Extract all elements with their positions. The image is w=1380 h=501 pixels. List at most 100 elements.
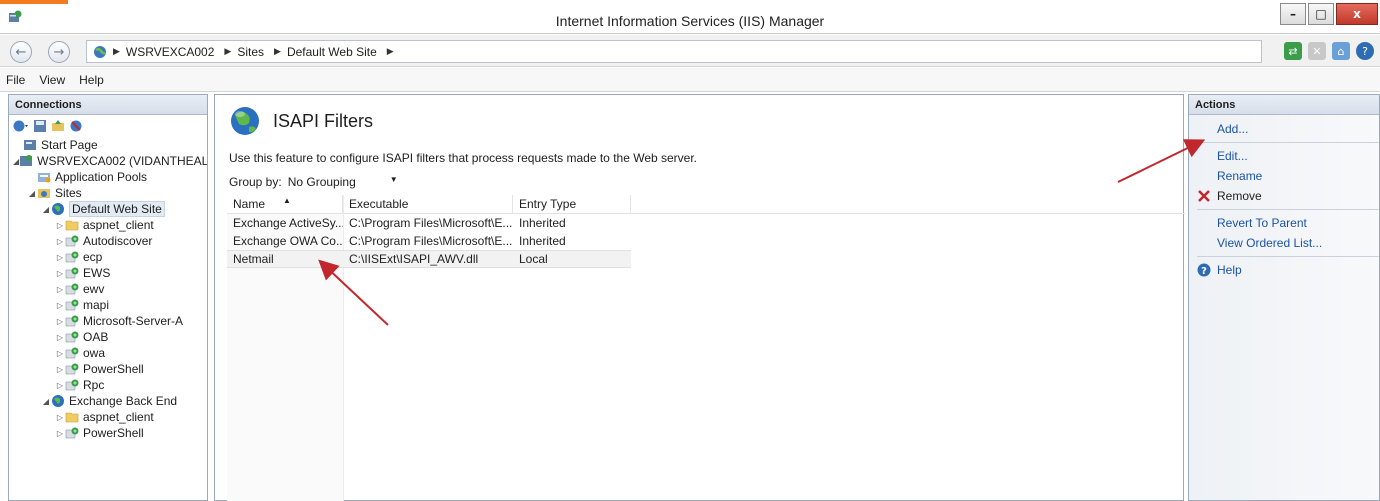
tree-node[interactable]: Application Pools (9, 169, 207, 185)
connect-icon[interactable] (13, 119, 29, 133)
folder-icon (65, 220, 79, 231)
tree-node-label: PowerShell (83, 362, 144, 376)
save-icon[interactable] (33, 119, 47, 133)
tree-node-label: ewv (83, 282, 105, 296)
globe-icon (94, 45, 106, 58)
tree-node[interactable]: ▷ aspnet_client (9, 217, 207, 233)
table-row[interactable]: Exchange ActiveSy... C:\Program Files\Mi… (227, 214, 1185, 232)
tree-node[interactable]: ◢ Default Web Site (9, 201, 207, 217)
group-by-select[interactable]: No Grouping ▼ (288, 175, 398, 189)
tree-node[interactable]: ▷ Microsoft-Server-A (9, 313, 207, 329)
refresh-icon[interactable]: ⇄ (1284, 42, 1302, 60)
rename-action[interactable]: Rename (1189, 166, 1379, 186)
expand-toggle-icon[interactable]: ▷ (55, 269, 65, 278)
remove-x-icon (1198, 190, 1210, 202)
expand-toggle-icon[interactable]: ▷ (55, 349, 65, 358)
expand-toggle-icon[interactable]: ◢ (41, 205, 51, 214)
column-header-entry-type[interactable]: Entry Type (513, 194, 631, 214)
tree-node-label: mapi (83, 298, 110, 312)
forward-button[interactable]: → (48, 41, 70, 63)
expand-toggle-icon[interactable]: ▷ (55, 237, 65, 246)
breadcrumb-server[interactable]: WSRVEXCA002 (126, 45, 214, 59)
column-header-name[interactable]: Name ▲ (227, 194, 343, 214)
column-header-name-label: Name (233, 197, 266, 211)
expand-toggle-icon[interactable]: ▷ (55, 317, 65, 326)
tree-node-label: PowerShell (83, 426, 144, 440)
menu-help[interactable]: Help (79, 73, 104, 87)
connections-panel: Connections Start Page ◢ WSRVEXCA002 (VIDA… (8, 94, 208, 501)
menu-bar: File View Help (0, 68, 1380, 92)
tree-node[interactable]: ▷ Autodiscover (9, 233, 207, 249)
tree-node[interactable]: ▷ PowerShell (9, 361, 207, 377)
menu-file[interactable]: File (6, 73, 25, 87)
expand-toggle-icon[interactable]: ▷ (55, 301, 65, 310)
column-header-executable[interactable]: Executable (343, 194, 513, 214)
divider (1197, 142, 1379, 143)
revert-to-parent-action[interactable]: Revert To Parent (1189, 213, 1379, 233)
tree-node-label: owa (83, 346, 106, 360)
chevron-right-icon: ▶ (113, 46, 120, 56)
tree-node-label: Application Pools (55, 170, 148, 184)
tree-node-label: OAB (83, 330, 109, 344)
tree-node[interactable]: ▷ Rpc (9, 377, 207, 393)
edit-action-label: Edit... (1217, 149, 1248, 163)
chevron-right-icon: ▶ (386, 46, 394, 56)
edit-action[interactable]: Edit... (1189, 146, 1379, 166)
tree-node[interactable]: ◢ Exchange Back End (9, 393, 207, 409)
tree-node[interactable]: ◢ Sites (9, 185, 207, 201)
back-button[interactable]: ← (10, 41, 32, 63)
forward-arrow-icon: → (53, 44, 65, 60)
help-action[interactable]: ? Help (1189, 260, 1379, 280)
expand-toggle-icon[interactable]: ▷ (55, 285, 65, 294)
expand-toggle-icon[interactable]: ▷ (55, 413, 65, 422)
tree-node-label: ecp (83, 250, 103, 264)
expand-toggle-icon[interactable]: ▷ (55, 381, 65, 390)
tree-node[interactable]: ▷ mapi (9, 297, 207, 313)
stop-icon[interactable]: ✕ (1308, 42, 1326, 60)
expand-toggle-icon[interactable]: ▷ (55, 253, 65, 262)
connections-toolbar (9, 115, 207, 137)
window-title: Internet Information Services (IIS) Mana… (555, 13, 825, 29)
app-icon (65, 283, 79, 295)
minimize-button[interactable]: – (1280, 3, 1306, 25)
tree-node[interactable]: ◢ WSRVEXCA002 (VIDANTHEAL (9, 153, 207, 169)
tree-node[interactable]: ▷ ewv (9, 281, 207, 297)
remove-action[interactable]: Remove (1189, 186, 1379, 206)
app-icon (65, 251, 79, 263)
tree-node[interactable]: ▷ owa (9, 345, 207, 361)
feature-description: Use this feature to configure ISAPI filt… (229, 151, 698, 165)
folder-up-icon[interactable] (51, 119, 65, 133)
breadcrumb[interactable]: ▶ WSRVEXCA002 ▶ Sites ▶ Default Web Site… (86, 40, 1262, 63)
tree-node[interactable]: ▷ EWS (9, 265, 207, 281)
sites-folder-icon (38, 189, 50, 198)
title-bar: Internet Information Services (IIS) Mana… (0, 0, 1380, 34)
tree-node[interactable]: ▷ aspnet_client (9, 409, 207, 425)
maximize-button[interactable]: □ (1308, 3, 1334, 25)
table-row-selected[interactable]: Netmail C:\IISExt\ISAPI_AWV.dll Local (227, 250, 631, 268)
menu-view[interactable]: View (39, 73, 65, 87)
breadcrumb-default-web-site[interactable]: Default Web Site (287, 45, 377, 59)
add-action[interactable]: Add... (1189, 119, 1379, 139)
expand-toggle-icon[interactable]: ▷ (55, 429, 65, 438)
disconnect-icon[interactable] (69, 119, 85, 133)
expand-toggle-icon[interactable]: ◢ (27, 189, 37, 198)
table-row[interactable]: Exchange OWA Co... C:\Program Files\Micr… (227, 232, 1185, 250)
view-ordered-list-action[interactable]: View Ordered List... (1189, 233, 1379, 253)
expand-toggle-icon[interactable]: ▷ (55, 221, 65, 230)
tree-node[interactable]: ▷ OAB (9, 329, 207, 345)
tree-node[interactable]: ▷ PowerShell (9, 425, 207, 441)
breadcrumb-sites[interactable]: Sites (237, 45, 264, 59)
help-icon[interactable]: ? (1356, 42, 1374, 60)
view-ordered-list-label: View Ordered List... (1217, 236, 1323, 250)
home-icon[interactable]: ⌂ (1332, 42, 1350, 60)
expand-toggle-icon[interactable]: ▷ (55, 365, 65, 374)
chevron-down-icon: ▼ (389, 175, 398, 184)
tree-node-label: Start Page (41, 138, 98, 152)
close-button[interactable]: x (1336, 3, 1378, 25)
tree-node-label: Rpc (83, 378, 105, 392)
tree-node[interactable]: Start Page (9, 137, 207, 153)
tree-node[interactable]: ▷ ecp (9, 249, 207, 265)
group-by-control: Group by: No Grouping ▼ (229, 175, 398, 189)
expand-toggle-icon[interactable]: ◢ (41, 397, 51, 406)
expand-toggle-icon[interactable]: ▷ (55, 333, 65, 342)
